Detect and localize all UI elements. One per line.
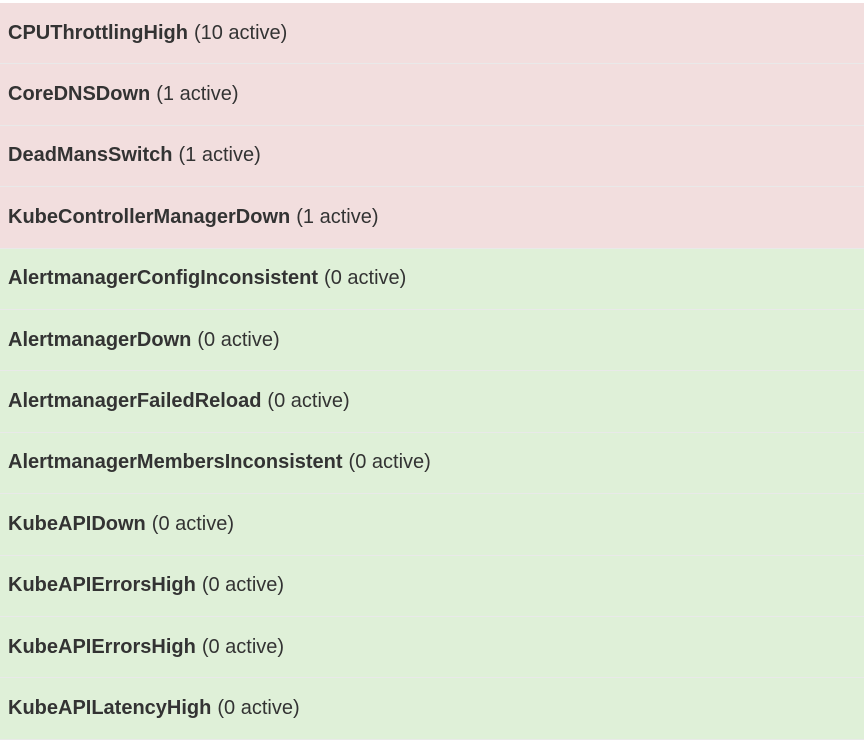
alert-rule-name: AlertmanagerFailedReload — [8, 390, 262, 413]
alert-rule-row[interactable]: KubeAPILatencyHigh (0 active) — [0, 678, 864, 740]
alert-rule-row[interactable]: KubeControllerManagerDown (1 active) — [0, 187, 864, 249]
alert-active-count: (0 active) — [151, 512, 235, 535]
alert-rule-row[interactable]: KubeAPIErrorsHigh (0 active) — [0, 616, 864, 679]
alert-rule-row[interactable]: CoreDNSDown (1 active) — [0, 64, 864, 126]
alert-active-count: (0 active) — [348, 451, 431, 474]
alert-rule-name: AlertmanagerDown — [8, 328, 192, 351]
alert-rule-row[interactable]: AlertmanagerFailedReload (0 active) — [0, 371, 864, 433]
alert-rule-row[interactable]: AlertmanagerDown (0 active) — [0, 309, 864, 372]
alert-rule-row[interactable]: AlertmanagerConfigInconsistent (0 active) — [0, 248, 864, 310]
alert-active-count: (10 active) — [193, 21, 288, 44]
alert-rule-name: KubeAPILatencyHigh — [8, 696, 212, 719]
alert-rule-row[interactable]: KubeAPIDown (0 active) — [0, 494, 864, 556]
alert-rule-name: CoreDNSDown — [8, 83, 151, 106]
alert-rule-name: KubeAPIDown — [8, 512, 146, 535]
alert-active-count: (1 active) — [178, 144, 261, 167]
alert-rule-name: KubeControllerManagerDown — [8, 205, 291, 228]
alert-active-count: (0 active) — [201, 574, 285, 597]
alert-active-count: (1 active) — [296, 205, 379, 228]
alert-rule-row[interactable]: CPUThrottlingHigh (10 active) — [0, 3, 864, 65]
alert-rule-name: DeadMansSwitch — [8, 144, 173, 167]
alert-active-count: (0 active) — [201, 635, 285, 658]
alert-active-count: (1 active) — [156, 83, 239, 106]
alert-active-count: (0 active) — [217, 696, 300, 719]
alert-rule-name: AlertmanagerMembersInconsistent — [8, 451, 343, 474]
alert-rule-row[interactable]: DeadMansSwitch (1 active) — [0, 125, 864, 188]
alert-rule-name: KubeAPIErrorsHigh — [8, 574, 196, 597]
alert-rule-name: AlertmanagerConfigInconsistent — [8, 267, 319, 290]
alert-rule-name: KubeAPIErrorsHigh — [8, 635, 196, 658]
alert-rule-name: CPUThrottlingHigh — [8, 21, 188, 44]
alert-active-count: (0 active) — [324, 267, 407, 290]
alert-rule-list: CPUThrottlingHigh (10 active) CoreDNSDown… — [0, 3, 864, 740]
alert-active-count: (0 active) — [267, 390, 350, 413]
alert-rule-row[interactable]: AlertmanagerMembersInconsistent (0 active… — [0, 432, 864, 495]
alert-rule-row[interactable]: KubeAPIErrorsHigh (0 active) — [0, 555, 864, 617]
alert-active-count: (0 active) — [197, 328, 280, 351]
